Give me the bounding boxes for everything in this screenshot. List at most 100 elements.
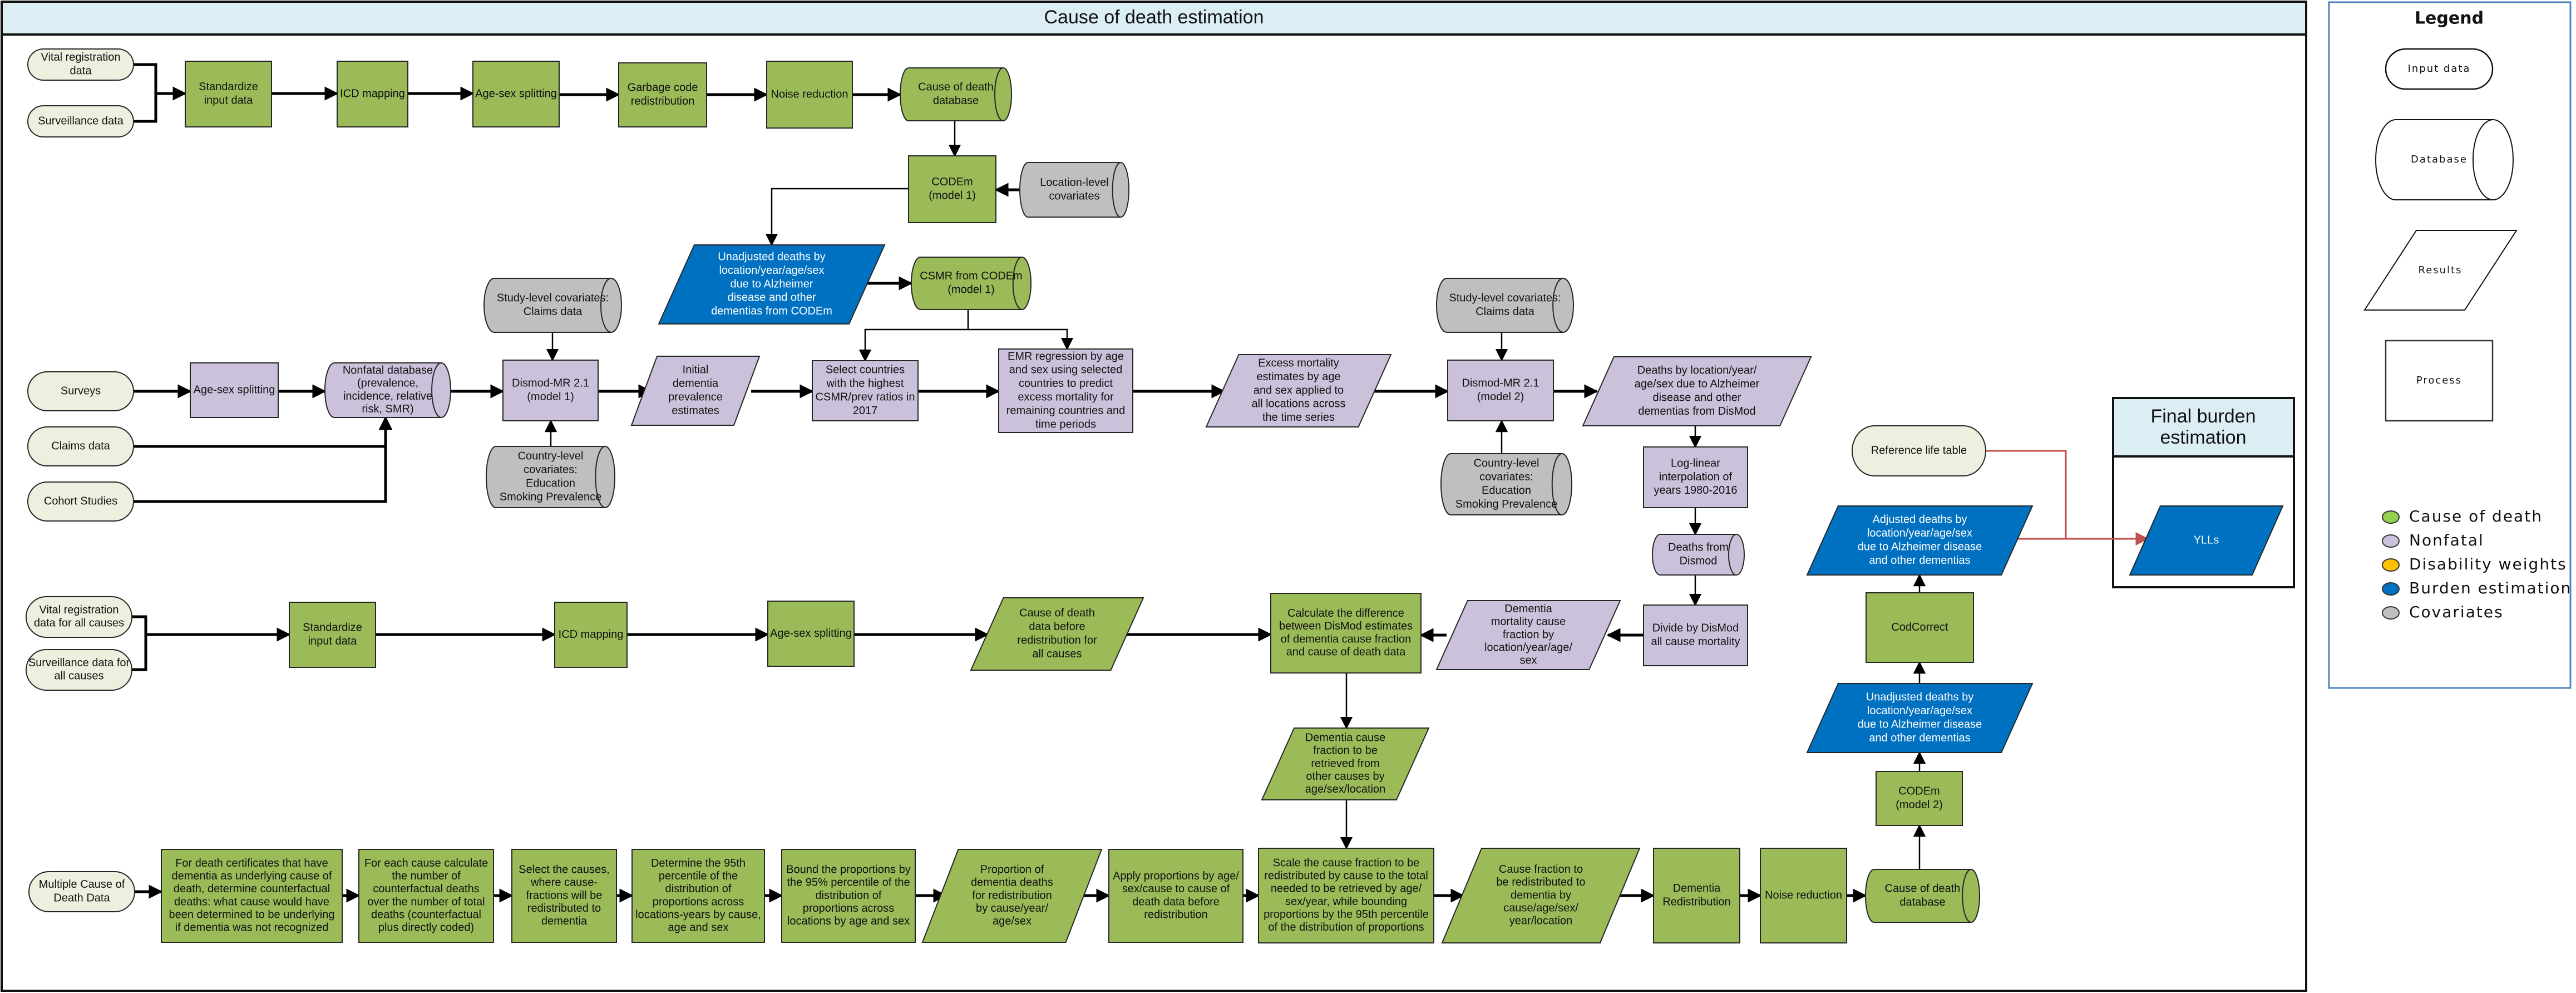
node-label-line: data for all causes: [34, 617, 124, 629]
node-label-line: ICD mapping: [340, 87, 405, 100]
node-label-line: dementias from CODEm: [711, 305, 832, 317]
node-dismod-2[interactable]: Dismod-MR 2.1(model 2): [1447, 360, 1554, 421]
legend-color-label: Cause of death: [2409, 507, 2543, 525]
node-label-line: Divide by DisMod: [1652, 622, 1739, 635]
node-noise-2[interactable]: Noise reduction: [1760, 848, 1847, 943]
node-label-line: Excess mortality: [1258, 357, 1339, 369]
node-label-line: Surveillance data for: [28, 657, 130, 669]
node-vr-all[interactable]: Vital registrationdata for all causes: [26, 596, 132, 638]
node-label-line: death data before: [1132, 896, 1220, 908]
node-codcorrect[interactable]: CodCorrect: [1866, 592, 1974, 663]
node-study-cov-1[interactable]: Study-level covariates: Claims data: [483, 278, 622, 333]
node-codem-2[interactable]: CODEm(model 2): [1876, 771, 1963, 826]
node-label-line: all cause mortality: [1651, 636, 1740, 648]
node-scale-cf[interactable]: Scale the cause fraction to beredistribu…: [1258, 848, 1434, 943]
node-label-line: input data: [204, 94, 254, 106]
node-dementia-mcf[interactable]: Dementiamortality causefraction bylocati…: [1435, 600, 1621, 670]
node-label-line: Standardize: [199, 81, 258, 93]
flowchart-canvas: Cause of death estimation Final burden e…: [1, 1, 2572, 992]
node-label-line: by cause/year/: [976, 902, 1049, 915]
node-divide-dismod[interactable]: Divide by DisModall cause mortality: [1643, 604, 1748, 666]
node-label-line: all causes: [55, 670, 104, 682]
legend-color-label: Disability weights: [2409, 555, 2567, 573]
node-cod-db-1[interactable]: Cause of deathdatabase: [900, 67, 1012, 121]
node-ref-life[interactable]: Reference life table: [1852, 425, 1986, 476]
node-noise-1[interactable]: Noise reduction: [766, 61, 853, 129]
node-label-line: Age-sex splitting: [770, 627, 852, 640]
node-label-line: location/year/age/sex: [1867, 527, 1972, 539]
node-label-line: due to Alzheimer disease: [1858, 718, 1982, 730]
node-det-95[interactable]: Determine the 95thpercentile of thedistr…: [631, 849, 765, 943]
node-cod-db-2[interactable]: Cause of deathdatabase: [1865, 869, 1981, 923]
node-adj-deaths[interactable]: Adjusted deaths bylocation/year/age/sexd…: [1806, 505, 2034, 576]
node-label-line: Apply proportions by age/: [1113, 870, 1239, 882]
node-select-countries[interactable]: Select countrieswith the highestCSMR/pre…: [812, 360, 919, 421]
node-label-line: needed to be retrieved by age/: [1271, 883, 1422, 895]
node-label-line: age/sex/location: [1305, 783, 1386, 795]
node-emr-reg[interactable]: EMR regression by age and sex using selec…: [998, 348, 1133, 433]
node-each-cause[interactable]: For each cause calculatethe number ofcou…: [358, 849, 494, 943]
node-garbage[interactable]: Garbage coderedistribution: [618, 62, 707, 127]
node-surv-all[interactable]: Surveillance data forall causes: [26, 649, 132, 691]
node-dismod-1[interactable]: Dismod-MR 2.1(model 1): [502, 360, 599, 421]
node-unadj-2[interactable]: Unadjusted deaths bylocation/year/age/se…: [1806, 683, 2034, 753]
node-counterfactual[interactable]: For death certificates that havedementia…: [161, 849, 343, 943]
node-std-input-1[interactable]: Standardizeinput data: [185, 61, 272, 127]
legend-shape-label: Process: [2416, 375, 2462, 386]
node-unadj-codem[interactable]: Unadjusted deaths bylocation/year/age/se…: [658, 244, 886, 325]
node-std-input-2[interactable]: Standardizeinput data: [289, 602, 376, 668]
node-surveys[interactable]: Surveys: [27, 371, 134, 411]
node-label-line: Cause of death: [1885, 883, 1961, 895]
node-label-line: with the highest: [826, 377, 904, 390]
node-agesex-1[interactable]: Age-sex splitting: [472, 61, 560, 127]
node-label-line: covariates:: [524, 464, 578, 476]
node-label-line: Education: [526, 477, 575, 489]
node-select-causes[interactable]: Select the causes,where cause-fractions …: [511, 849, 617, 943]
node-label-line: incidence, relative: [343, 390, 432, 402]
node-label-line: locations-years by cause,: [635, 909, 761, 921]
node-excess-mort[interactable]: Excess mortality estimates by ageand sex …: [1205, 354, 1392, 427]
node-bound-props[interactable]: Bound the proportions bythe 95% percenti…: [781, 849, 916, 943]
main-frame: [1, 1, 2307, 992]
node-calc-diff[interactable]: Calculate the differencebetween DisMod e…: [1270, 593, 1422, 674]
legend-shape-process: Process: [2385, 340, 2494, 422]
node-label-line: Study-level covariates:: [1449, 292, 1561, 304]
node-label-line: Dismod-MR 2.1: [1462, 377, 1539, 390]
node-codem-1[interactable]: CODEm(model 1): [908, 155, 996, 223]
node-icd-map-2[interactable]: ICD mapping: [554, 602, 628, 668]
node-agesex-2[interactable]: Age-sex splitting: [767, 601, 855, 667]
node-label-line: Determine the 95th: [651, 857, 746, 869]
node-label-line: (model 1): [948, 283, 994, 296]
node-loglinear[interactable]: Log-linear interpolation ofyears 1980-201…: [1643, 446, 1748, 508]
legend-swatch-icon: [2382, 582, 2400, 596]
node-vr-data[interactable]: Vital registration data: [27, 48, 134, 81]
node-csmr[interactable]: CSMR from CODEm(model 1): [911, 257, 1032, 310]
node-label-line: Smoking Prevalence: [1455, 498, 1557, 510]
node-country-cov-1[interactable]: Country-levelcovariates:Education Smoking…: [486, 446, 616, 508]
node-label-line: the number of: [392, 870, 461, 882]
node-loc-cov[interactable]: Location-levelcovariates: [1019, 162, 1129, 218]
node-icd-map-1[interactable]: ICD mapping: [337, 61, 408, 127]
node-cohort[interactable]: Cohort Studies: [27, 481, 134, 522]
node-deaths-from-dismod[interactable]: Deaths fromDismod: [1652, 534, 1745, 576]
node-country-cov-2[interactable]: Country-levelcovariates:Education Smoking…: [1440, 453, 1573, 515]
node-apply-props[interactable]: Apply proportions by age/sex/cause to ca…: [1108, 849, 1243, 943]
node-label-line: 2017: [853, 405, 878, 417]
node-label-line: Claims data: [524, 306, 583, 318]
node-deaths-dismod[interactable]: Deaths by location/year/age/sex due to A…: [1582, 356, 1812, 426]
node-label-line: proportions across: [653, 896, 744, 908]
node-label-line: dementia deaths: [971, 877, 1053, 889]
node-label-line: other causes by: [1306, 770, 1384, 783]
node-claims[interactable]: Claims data: [27, 426, 134, 466]
node-label-line: Claims data: [1475, 306, 1534, 318]
node-label-line: redistributed to: [527, 902, 601, 915]
node-study-cov-2[interactable]: Study-level covariates: Claims data: [1436, 278, 1574, 333]
node-label-line: Dementia: [1673, 882, 1721, 894]
node-nonfatal-db[interactable]: Nonfatal database(prevalence,incidence, …: [324, 362, 451, 418]
node-agesex-nf[interactable]: Age-sex splitting: [190, 362, 279, 418]
node-dem-redist[interactable]: Dementia Redistribution: [1653, 848, 1740, 943]
node-surv-data[interactable]: Surveillance data: [27, 105, 134, 137]
legend-shape-label: Results: [2419, 264, 2463, 276]
node-label-line: dementia: [673, 377, 719, 390]
node-mcod[interactable]: Multiple Cause ofDeath Data: [28, 871, 135, 912]
